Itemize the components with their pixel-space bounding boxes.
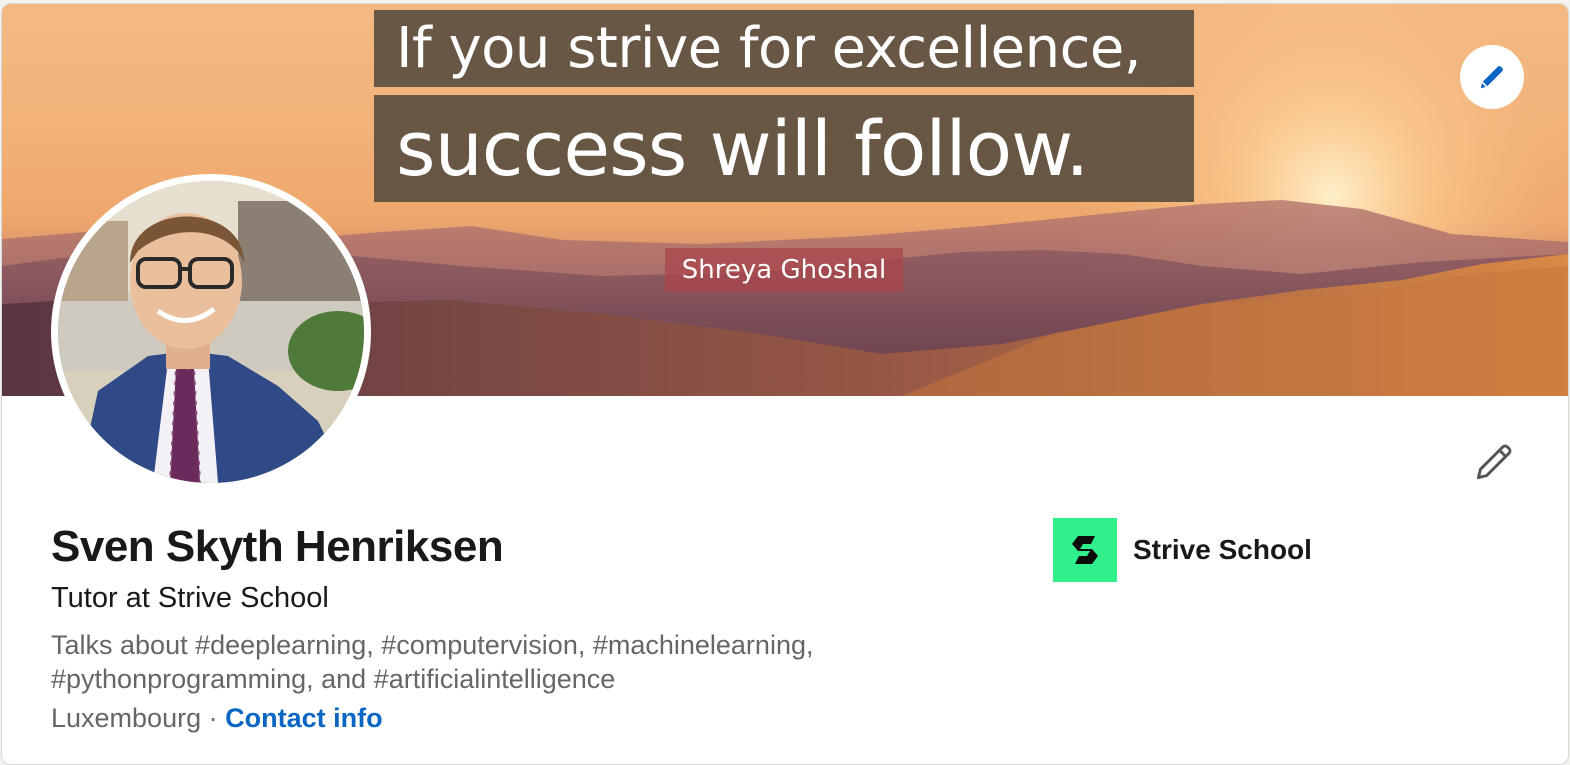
profile-headline: Tutor at Strive School: [51, 582, 329, 614]
pencil-icon: [1476, 444, 1512, 480]
cover-quote-line-2: success will follow.: [374, 95, 1194, 202]
location-row: Luxembourg · Contact info: [51, 703, 383, 734]
separator-dot: ·: [201, 703, 226, 733]
profile-name: Sven Skyth Henriksen: [51, 522, 504, 571]
current-company[interactable]: Strive School: [1053, 518, 1312, 582]
profile-card: If you strive for excellence, success wi…: [1, 3, 1569, 765]
talks-about: Talks about #deeplearning, #computervisi…: [51, 630, 814, 694]
pencil-icon: [1480, 66, 1503, 89]
cover-quote-author: Shreya Ghoshal: [665, 248, 903, 292]
profile-photo[interactable]: [51, 174, 371, 490]
edit-cover-button[interactable]: [1460, 45, 1524, 109]
location-text: Luxembourg: [51, 703, 202, 733]
strive-logo-icon: [1072, 536, 1098, 564]
profile-photo-image: [58, 181, 364, 483]
cover-quote-line-1: If you strive for excellence,: [374, 10, 1194, 87]
edit-intro-button[interactable]: [1468, 436, 1520, 488]
company-name: Strive School: [1133, 534, 1312, 565]
company-logo: [1053, 518, 1117, 582]
avatar: [58, 181, 364, 483]
contact-info-link[interactable]: Contact info: [225, 703, 382, 733]
